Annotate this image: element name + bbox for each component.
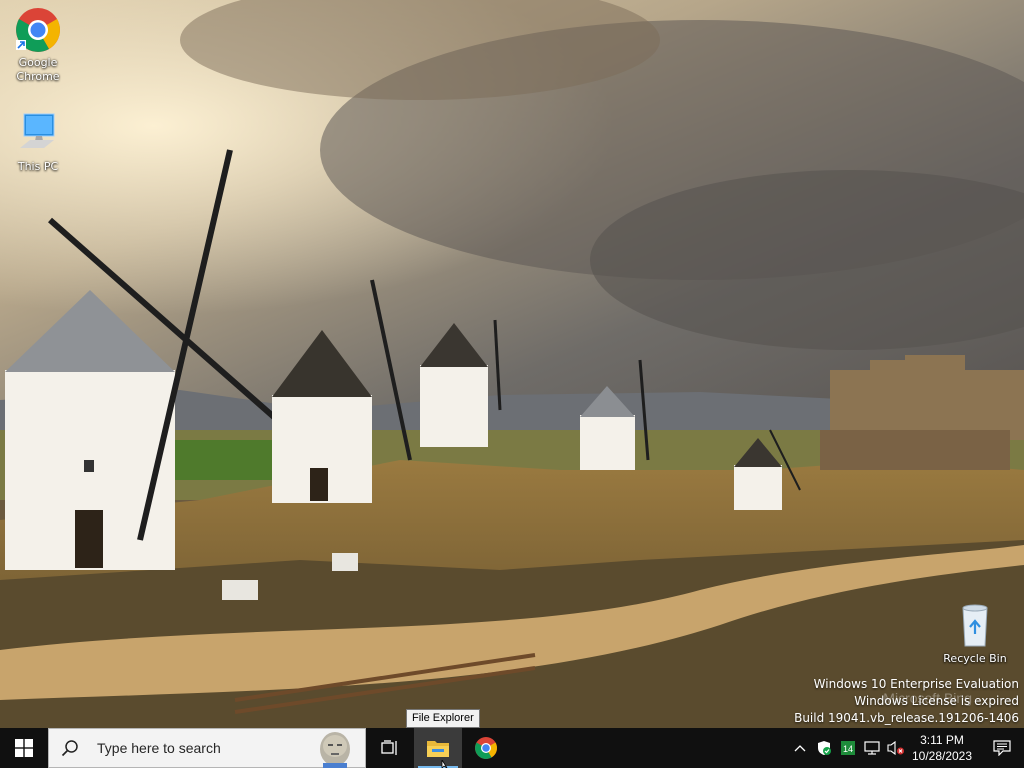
taskbar: Type here to search 14 3:11 PM 10/28/202… (0, 728, 1024, 768)
desktop-icon-label: Recycle Bin (943, 652, 1007, 665)
network-icon (864, 741, 880, 755)
desktop-icon-this-pc[interactable]: This PC (1, 110, 75, 174)
network-tray[interactable] (860, 728, 884, 768)
windows-security-tray[interactable] (812, 728, 836, 768)
recycle-bin-icon (951, 602, 999, 650)
windows-logo-icon (15, 739, 33, 757)
taskbar-file-explorer[interactable] (414, 728, 462, 768)
file-explorer-tooltip: File Explorer (406, 709, 480, 728)
action-center-button[interactable] (980, 728, 1024, 768)
search-icon (61, 740, 78, 757)
taskbar-google-chrome[interactable] (462, 728, 510, 768)
desktop-icon-google-chrome[interactable]: Google Chrome (1, 6, 75, 84)
folder-icon (427, 741, 449, 757)
chrome-icon (475, 737, 497, 759)
excel-tray[interactable]: 14 (836, 728, 860, 768)
start-button[interactable] (0, 728, 48, 768)
desktop-icon-recycle-bin[interactable]: Recycle Bin (938, 602, 1012, 666)
notification-icon (993, 740, 1011, 756)
computer-icon (14, 110, 62, 158)
excel-icon: 14 (841, 741, 855, 755)
volume-tray[interactable] (884, 728, 908, 768)
system-tray: 14 3:11 PM 10/28/2023 (788, 728, 1024, 768)
watermark-build: Build 19041.vb_release.191206-1406 (794, 711, 1019, 725)
chevron-up-icon (794, 745, 806, 752)
desktop-icon-label: This PC (17, 160, 59, 173)
show-hidden-icons-button[interactable] (788, 728, 812, 768)
desktop-wallpaper (0, 0, 1024, 728)
search-placeholder: Type here to search (97, 740, 221, 756)
windows-evaluation-watermark: Windows 10 Enterprise Evaluation Windows… (794, 676, 1019, 727)
desktop-icon-label: Google Chrome (16, 56, 60, 83)
watermark-license: Windows License is expired (854, 694, 1019, 708)
taskbar-search-box[interactable]: Type here to search (48, 728, 366, 768)
task-view-icon (381, 740, 397, 755)
mouse-cursor-icon (441, 760, 448, 768)
clock-time: 3:11 PM (920, 733, 964, 747)
search-highlight-icon[interactable] (315, 730, 355, 768)
security-shield-icon (818, 741, 831, 755)
task-view-button[interactable] (366, 728, 414, 768)
chrome-icon (14, 6, 62, 54)
tray-badge-count: 14 (843, 744, 853, 754)
watermark-edition: Windows 10 Enterprise Evaluation (813, 677, 1019, 691)
taskbar-clock[interactable]: 3:11 PM 10/28/2023 (908, 732, 976, 764)
volume-muted-icon (887, 740, 904, 756)
clock-date: 10/28/2023 (911, 749, 973, 763)
